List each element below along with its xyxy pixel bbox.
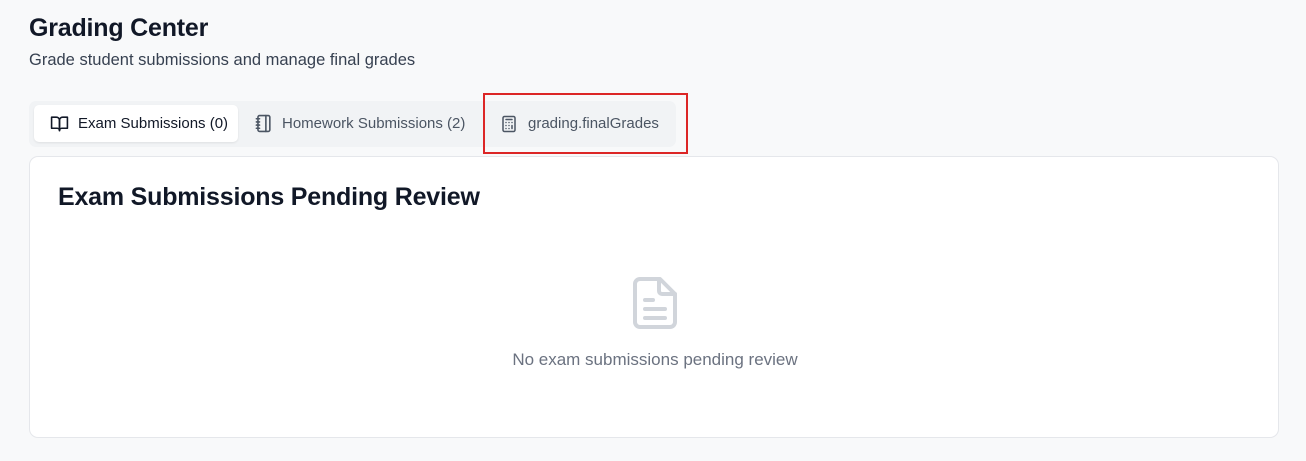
book-open-icon [49, 114, 69, 134]
calculator-icon [499, 114, 519, 134]
notebook-icon [253, 114, 273, 134]
exam-submissions-panel: Exam Submissions Pending Review No exam … [29, 156, 1279, 438]
file-text-icon [631, 276, 679, 330]
tab-homework-submissions-label: Homework Submissions (2) [282, 115, 466, 132]
tab-exam-submissions-label: Exam Submissions (0) [78, 115, 229, 132]
page-subtitle: Grade student submissions and manage fin… [29, 51, 416, 69]
tab-final-grades[interactable]: grading.finalGrades [484, 105, 674, 142]
tab-list: Exam Submissions (0) Homework Submission… [29, 101, 676, 147]
grading-center-page: Grading Center Grade student submissions… [0, 0, 1306, 461]
tab-homework-submissions[interactable]: Homework Submissions (2) [238, 105, 484, 142]
empty-state-message: No exam submissions pending review [512, 350, 798, 369]
tab-exam-submissions[interactable]: Exam Submissions (0) [34, 105, 238, 142]
page-title: Grading Center [29, 14, 209, 42]
panel-title: Exam Submissions Pending Review [58, 183, 480, 211]
tab-final-grades-label: grading.finalGrades [528, 115, 659, 132]
